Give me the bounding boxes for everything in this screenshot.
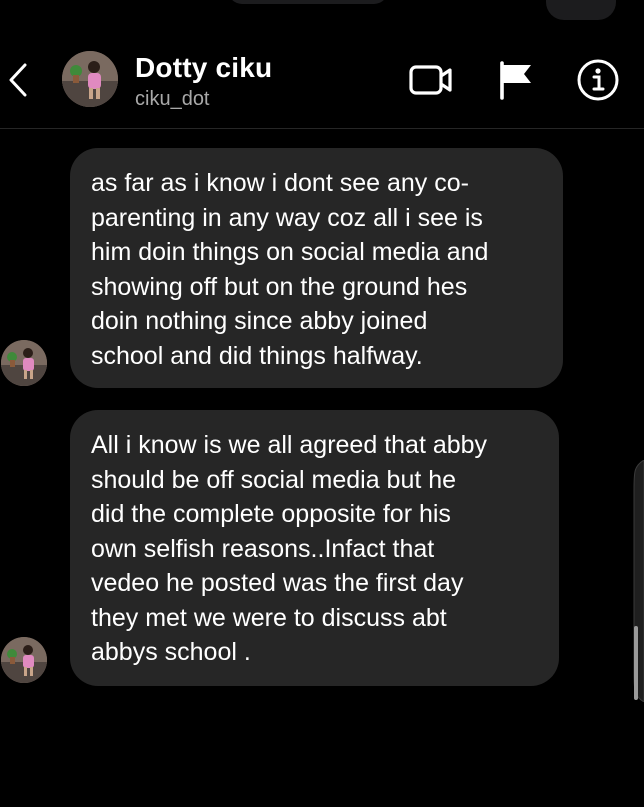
chat-header: Dotty ciku ciku_dot [0, 30, 644, 129]
flag-icon [500, 61, 531, 100]
info-icon [577, 59, 619, 101]
message-bubble[interactable]: as far as i know i dont see any co- pare… [70, 148, 563, 388]
scroll-indicator[interactable] [630, 459, 644, 703]
chevron-left-icon [9, 63, 27, 97]
message-bubble[interactable]: All i know is we all agreed that abby sh… [70, 410, 559, 686]
report-button[interactable] [497, 60, 535, 100]
status-indicator [546, 0, 616, 20]
avatar-image [62, 51, 118, 107]
message-avatar[interactable] [1, 637, 47, 683]
info-button[interactable] [576, 58, 620, 102]
video-call-icon [409, 65, 452, 95]
contact-name[interactable]: Dotty ciku [135, 52, 272, 84]
avatar[interactable] [62, 51, 118, 107]
video-call-button[interactable] [408, 62, 454, 98]
back-button[interactable] [4, 62, 32, 98]
message-avatar[interactable] [1, 340, 47, 386]
status-pill [228, 0, 388, 4]
contact-username[interactable]: ciku_dot [135, 88, 210, 111]
